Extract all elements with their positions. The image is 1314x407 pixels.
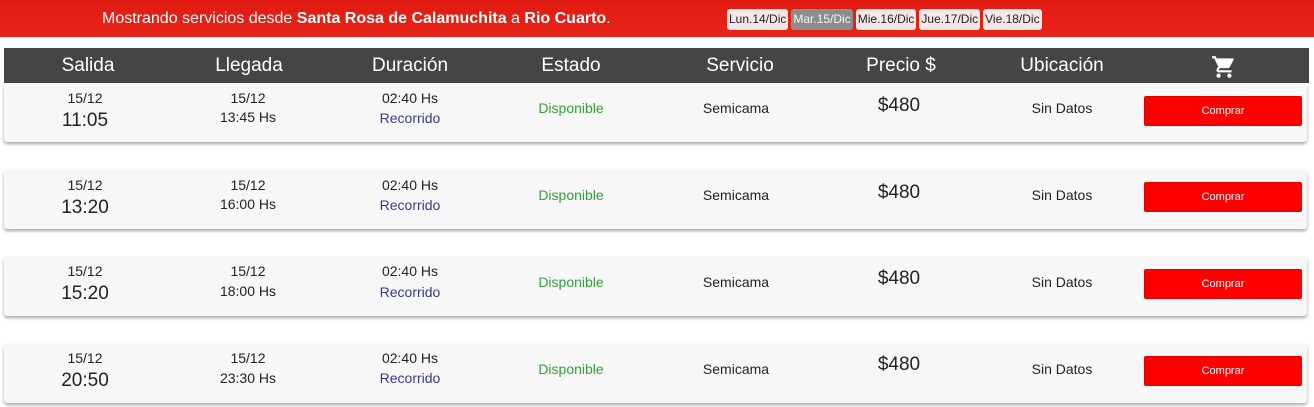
duration: 02:40 Hs [381, 177, 439, 193]
route-link[interactable]: Recorrido [360, 197, 460, 213]
buy-button[interactable]: Comprar [1144, 269, 1302, 299]
table-row: 15/12 20:50 15/12 23:30 Hs 02:40 Hs Reco… [4, 344, 1307, 403]
departure-date: 15/12 [67, 177, 103, 193]
header-duracion: Duración [371, 55, 449, 76]
departure-time: 20:50 [61, 370, 109, 391]
route-suffix: . [606, 10, 611, 27]
location-info: Sin Datos [1031, 187, 1093, 203]
departure-time: 11:05 [61, 110, 109, 131]
arrival-date: 15/12 [230, 350, 266, 366]
route-link[interactable]: Recorrido [360, 284, 460, 300]
buy-button[interactable]: Comprar [1144, 182, 1302, 212]
status-text: Disponible [538, 100, 604, 116]
arrival-date: 15/12 [230, 177, 266, 193]
table-row: 15/12 13:20 15/12 16:00 Hs 02:40 Hs Reco… [4, 170, 1307, 229]
cart-icon [1208, 54, 1240, 80]
duration: 02:40 Hs [381, 90, 439, 106]
table-row: 15/12 11:05 15/12 13:45 Hs 02:40 Hs Reco… [4, 83, 1307, 142]
route-summary: Mostrando servicios desde Santa Rosa de … [102, 10, 611, 28]
header-llegada: Llegada [215, 55, 283, 76]
price: $480 [877, 354, 921, 375]
arrival-time: 23:30 Hs [219, 370, 277, 386]
location-info: Sin Datos [1031, 100, 1093, 116]
day-tab-thu[interactable]: Jue.17/Dic [919, 9, 981, 30]
status-text: Disponible [538, 361, 604, 377]
buy-button[interactable]: Comprar [1144, 96, 1302, 126]
departure-time: 15:20 [61, 283, 109, 304]
header-precio: Precio $ [866, 55, 936, 76]
price: $480 [877, 182, 921, 203]
status-text: Disponible [538, 274, 604, 290]
arrival-time: 18:00 Hs [219, 283, 277, 299]
table-header: Salida Llegada Duración Estado Servicio … [4, 48, 1309, 83]
route-link[interactable]: Recorrido [360, 370, 460, 386]
arrival-date: 15/12 [230, 90, 266, 106]
route-destination: Rio Cuarto [524, 10, 607, 27]
departure-date: 15/12 [67, 350, 103, 366]
departure-time: 13:20 [61, 197, 109, 218]
status-text: Disponible [538, 187, 604, 203]
header-ubicacion: Ubicación [1020, 55, 1104, 76]
departure-date: 15/12 [67, 90, 103, 106]
header-estado: Estado [541, 55, 601, 76]
service-type: Semicama [702, 274, 770, 290]
route-prefix: Mostrando servicios desde [102, 10, 297, 27]
arrival-time: 13:45 Hs [219, 109, 277, 125]
header-servicio: Servicio [706, 55, 774, 76]
service-type: Semicama [702, 100, 770, 116]
route-link[interactable]: Recorrido [360, 110, 460, 126]
service-type: Semicama [702, 187, 770, 203]
day-tab-wed[interactable]: Mie.16/Dic [855, 9, 917, 30]
table-row: 15/12 15:20 15/12 18:00 Hs 02:40 Hs Reco… [4, 257, 1307, 316]
day-tab-fri[interactable]: Vie.18/Dic [983, 9, 1042, 30]
day-tab-mon[interactable]: Lun.14/Dic [727, 9, 789, 30]
header-salida: Salida [61, 55, 115, 76]
location-info: Sin Datos [1031, 274, 1093, 290]
buy-button[interactable]: Comprar [1144, 356, 1302, 386]
price: $480 [877, 268, 921, 289]
route-origin: Santa Rosa de Calamuchita [296, 10, 507, 27]
day-tab-tue[interactable]: Mar.15/Dic [791, 9, 853, 30]
location-info: Sin Datos [1031, 361, 1093, 377]
route-middle: a [506, 10, 525, 27]
arrival-time: 16:00 Hs [219, 196, 277, 212]
duration: 02:40 Hs [381, 263, 439, 279]
duration: 02:40 Hs [381, 350, 439, 366]
route-banner: Mostrando servicios desde Santa Rosa de … [0, 0, 1314, 37]
arrival-date: 15/12 [230, 263, 266, 279]
price: $480 [877, 95, 921, 116]
departure-date: 15/12 [67, 263, 103, 279]
service-type: Semicama [702, 361, 770, 377]
date-selector: Lun.14/Dic Mar.15/Dic Mie.16/Dic Jue.17/… [727, 9, 1042, 30]
